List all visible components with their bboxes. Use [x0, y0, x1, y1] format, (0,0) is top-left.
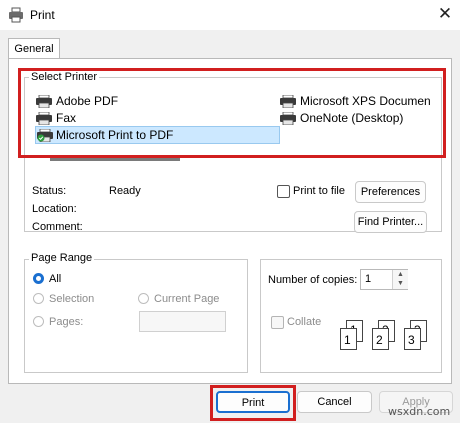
print-to-file-label[interactable]: Print to file: [293, 185, 345, 197]
printer-icon: [280, 112, 296, 125]
print-to-file-checkbox[interactable]: [277, 185, 290, 198]
printer-icon: [36, 95, 52, 108]
collate-page: 1: [340, 328, 357, 350]
printer-name: Microsoft Print to PDF: [56, 128, 174, 142]
cancel-button[interactable]: Cancel: [297, 391, 372, 413]
preferences-button[interactable]: Preferences: [355, 181, 426, 203]
default-printer-icon: [37, 129, 53, 142]
all-radio[interactable]: [33, 273, 44, 284]
spin-up-icon[interactable]: ▲: [397, 271, 404, 278]
collate-label[interactable]: Collate: [287, 316, 321, 328]
location-label: Location:: [32, 203, 77, 215]
copies-input[interactable]: 1 ▲ ▼: [360, 269, 408, 290]
collate-page: 3: [404, 328, 421, 350]
pages-input[interactable]: [139, 311, 226, 332]
current-page-radio[interactable]: [138, 293, 149, 304]
comment-label: Comment:: [32, 221, 83, 233]
copies-spinner[interactable]: ▲ ▼: [392, 270, 408, 289]
collate-page: 2: [372, 328, 389, 350]
collate-page-number: 1: [344, 333, 351, 347]
printer-list[interactable]: Adobe PDF Fax Microsoft Print to PDF Mic…: [34, 89, 431, 145]
selection-label[interactable]: Selection: [49, 293, 94, 305]
printer-icon: [9, 7, 23, 23]
pages-radio[interactable]: [33, 316, 44, 327]
window-title: Print: [30, 8, 55, 22]
printer-icon: [280, 95, 296, 108]
printer-name: Fax: [56, 111, 77, 125]
printer-name: Adobe PDF: [56, 94, 119, 108]
spin-down-icon[interactable]: ▼: [397, 280, 404, 287]
printer-name: OneNote (Desktop): [300, 111, 404, 125]
selection-radio[interactable]: [33, 293, 44, 304]
print-button[interactable]: Print: [216, 391, 290, 413]
pages-label[interactable]: Pages:: [49, 316, 83, 328]
watermark: wsxdn.com: [388, 405, 451, 418]
printer-name: Microsoft XPS Documen: [300, 94, 431, 108]
select-printer-label: Select Printer: [29, 71, 100, 83]
collate-checkbox[interactable]: [271, 316, 284, 329]
status-value: Ready: [109, 185, 141, 197]
status-label: Status:: [32, 185, 67, 197]
find-printer-button[interactable]: Find Printer...: [354, 211, 427, 233]
tab-general[interactable]: General: [8, 38, 60, 60]
page-range-label: Page Range: [29, 252, 95, 264]
all-label[interactable]: All: [49, 273, 61, 285]
collate-illustration: 1 1 2 2 3 3: [336, 320, 436, 352]
title-bar: Print ✕: [0, 0, 460, 30]
copies-value: 1: [365, 273, 372, 285]
printer-list-scrollbar[interactable]: [50, 158, 180, 161]
close-icon[interactable]: ✕: [436, 5, 454, 23]
current-page-label[interactable]: Current Page: [154, 293, 219, 305]
printer-icon: [36, 112, 52, 125]
collate-page-number: 3: [408, 333, 415, 347]
copies-label: Number of copies:: [268, 274, 358, 286]
printer-item-microsoft-print-to-pdf[interactable]: Microsoft Print to PDF: [35, 126, 280, 144]
collate-page-number: 2: [376, 333, 383, 347]
